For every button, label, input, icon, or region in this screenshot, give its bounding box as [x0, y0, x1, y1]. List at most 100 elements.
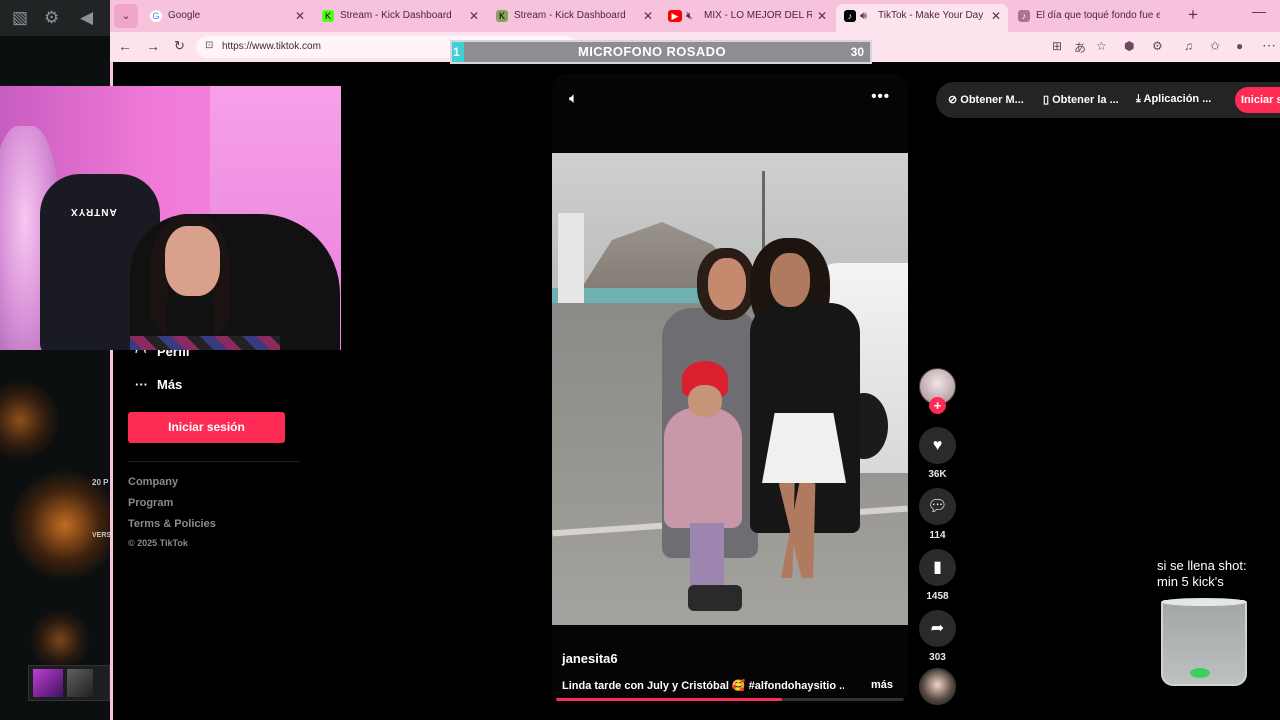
more-options-icon[interactable]: ••• [871, 88, 890, 105]
top-actions-bar: ⊘ Obtener M... ▯ Obtener la ... ⤓ Aplica… [936, 82, 1280, 118]
photo-person-face [770, 253, 810, 307]
tab-kick-dashboard[interactable]: K Stream - Kick Dashboard ✕ [314, 4, 486, 28]
follow-plus-icon[interactable]: + [929, 397, 946, 414]
close-icon[interactable]: ✕ [643, 4, 653, 28]
kick-icon: K [496, 10, 508, 22]
action-label: Aplicación ... [1143, 93, 1212, 105]
extension-icon[interactable]: ⬢ [1124, 39, 1134, 53]
get-app-button[interactable]: ▯ Obtener la ... [1043, 93, 1119, 106]
translate-icon[interactable]: あ [1074, 39, 1086, 56]
video-caption: Linda tarde con July y Cristóbal 🥰 #alfo… [562, 680, 844, 692]
goal-title: MICROFONO ROSADO [578, 44, 726, 59]
tab-tiktok[interactable]: ♪ 🔊︎ TikTok - Make Your Day ✕ [836, 4, 1008, 32]
tab-kick-dashboard-2[interactable]: K Stream - Kick Dashboard ✕ [488, 4, 660, 28]
gear-icon[interactable]: ⚙ [44, 8, 59, 28]
comment-icon: 💬︎ [927, 498, 948, 515]
share-count: 303 [929, 652, 946, 663]
panel-label: 20 P [92, 478, 109, 487]
close-icon[interactable]: ✕ [469, 4, 479, 28]
webcam-streamer-face [165, 226, 220, 296]
back-icon[interactable]: ← [118, 38, 132, 54]
save-button[interactable]: ▮ [919, 549, 956, 586]
close-icon[interactable]: ✕ [817, 4, 827, 28]
photo-child-face [688, 385, 722, 417]
shot-goal-line: si se llena shot: [1157, 558, 1247, 573]
scene-thumbnail[interactable] [67, 669, 93, 697]
goal-bar-overlay: 1 MICROFONO ROSADO 30 [450, 40, 872, 64]
sidebar-item-more[interactable]: ··· Más [135, 377, 182, 392]
bookmark-icon: ▮ [933, 559, 942, 576]
photo-child-legs [690, 523, 724, 593]
shot-glass-rim [1161, 598, 1247, 606]
speaker-icon[interactable]: 🔊︎ [860, 4, 867, 28]
tab-youtube-mix[interactable]: ▶ MIX - LO MEJOR DEL REGG 🔇︎ ✕ [662, 4, 834, 28]
shot-goal-line: min 5 kick's [1157, 574, 1224, 589]
top-login-button[interactable]: Iniciar se [1235, 87, 1280, 113]
desktop-app-button[interactable]: ⤓ Aplicación ... [1136, 93, 1211, 106]
login-button[interactable]: Iniciar sesión [128, 412, 285, 443]
tab-tiktok-2[interactable]: ♪ El día que toqué fondo fue el d [1010, 4, 1182, 28]
favorites-icon[interactable]: ✩ [1210, 39, 1220, 53]
reload-icon[interactable]: ↻ [174, 38, 185, 54]
caption-more-link[interactable]: más [871, 679, 893, 691]
menu-icon[interactable]: ⋯ [1262, 37, 1276, 54]
tab-actions-menu[interactable]: ⌄ [114, 4, 138, 28]
site-info-icon[interactable]: ⊡ [205, 40, 213, 51]
video-username[interactable]: janesita6 [562, 651, 618, 666]
get-coins-button[interactable]: ⊘ Obtener M... [948, 93, 1024, 106]
tab-title: Stream - Kick Dashboard [514, 10, 626, 21]
back-arrow-icon[interactable]: ◀ [80, 8, 93, 28]
webcam-blanket [130, 336, 280, 350]
photo-person-face [708, 258, 746, 310]
photo-tower [558, 213, 584, 303]
like-button[interactable]: ♥ [919, 427, 956, 464]
save-count: 1458 [926, 591, 949, 602]
footer-link-terms[interactable]: Terms & Policies [128, 518, 216, 530]
minimize-button[interactable]: — [1252, 3, 1266, 19]
footer-link-program[interactable]: Program [128, 497, 173, 509]
share-button[interactable]: ➦ [919, 610, 956, 647]
app-icon[interactable]: ▧ [12, 8, 28, 28]
video-card[interactable]: 🔈︎ ••• janesita6 Linda tarde con July y … [552, 74, 908, 704]
chair-brand-text: ANTRYX [70, 206, 117, 217]
profile-icon[interactable]: ● [1236, 39, 1243, 53]
tab-title: Stream - Kick Dashboard [340, 10, 452, 21]
google-icon: G [150, 10, 162, 22]
tab-title: TikTok - Make Your Day [878, 10, 984, 21]
scene-thumbnails[interactable] [28, 665, 110, 701]
tab-title: Google [168, 10, 201, 21]
audio-icon[interactable]: ♫ [1184, 39, 1193, 53]
comment-button[interactable]: 💬︎ [919, 488, 956, 525]
forward-icon[interactable]: → [146, 38, 160, 54]
tab-title: MIX - LO MEJOR DEL REGG [704, 10, 812, 21]
close-icon[interactable]: ✕ [991, 4, 1001, 28]
apps-icon[interactable]: ⊞ [1052, 39, 1062, 53]
screen: ▧ ⚙ ◀ 20 P VERS ⌄ G Google ✕ K Stream - … [0, 0, 1280, 720]
kick-gem-icon [1190, 668, 1210, 678]
bookmark-star-icon[interactable]: ☆ [1096, 39, 1107, 53]
tiktok-icon: ♪ [1018, 10, 1030, 22]
volume-icon[interactable]: 🔈︎ [569, 90, 578, 107]
music-disc[interactable] [919, 668, 956, 705]
close-icon[interactable]: ✕ [295, 4, 305, 28]
kick-icon: K [322, 10, 334, 22]
muted-speaker-icon[interactable]: 🔇︎ [686, 4, 693, 28]
settings-extension-icon[interactable]: ⚙ [1152, 39, 1163, 53]
tab-google[interactable]: G Google ✕ [142, 4, 312, 28]
video-player[interactable]: 🔈︎ ••• janesita6 Linda tarde con July y … [552, 74, 908, 704]
new-tab-button[interactable]: + [1188, 5, 1198, 25]
like-count: 36K [928, 469, 947, 480]
scene-thumbnail[interactable] [33, 669, 63, 697]
divider [128, 461, 300, 462]
video-frame[interactable] [552, 153, 908, 625]
photo-child [664, 408, 742, 528]
share-icon: ➦ [930, 620, 945, 637]
footer-link-company[interactable]: Company [128, 476, 178, 488]
photo-child-shoes [688, 585, 742, 611]
shot-goal-text: si se llena shot: min 5 kick's [1157, 558, 1247, 590]
more-icon: ··· [135, 377, 148, 392]
goal-target: 30 [850, 45, 864, 59]
youtube-icon: ▶ [668, 10, 682, 22]
copyright: © 2025 TikTok [128, 538, 188, 548]
comment-count: 114 [929, 530, 946, 541]
